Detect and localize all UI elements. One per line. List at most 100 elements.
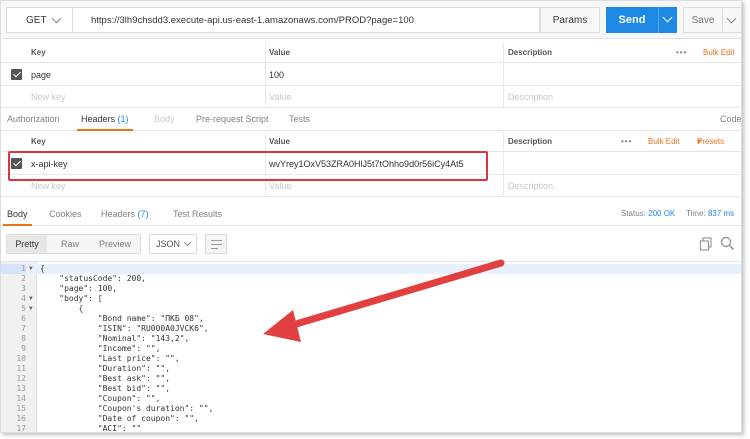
request-tabs: Authorization Headers (1) Body Pre-reque…: [1, 108, 741, 131]
method-select[interactable]: GET: [6, 7, 73, 33]
new-description-input[interactable]: Description: [508, 86, 553, 108]
code-text: "Coupon's duration": "",: [40, 404, 214, 413]
code-line: 4 ▼ "body": [: [1, 294, 741, 304]
response-tabs: Body Cookies Headers (7) Test Results St…: [1, 202, 741, 226]
code-text: {: [40, 264, 45, 273]
code-line: 17 "ACI": "": [1, 424, 741, 433]
tab-response-body[interactable]: Body: [3, 202, 31, 226]
code-line: 7 "ISIN": "RU000A0JVCK6",: [1, 324, 741, 334]
tab-headers[interactable]: Headers (1): [77, 108, 133, 131]
line-number: 6: [21, 314, 26, 323]
send-button[interactable]: Send: [606, 7, 658, 33]
status-label: Status:: [621, 209, 646, 218]
tab-response-headers[interactable]: Headers (7): [101, 202, 149, 225]
code-line: 1 ▼ {: [1, 264, 741, 274]
line-number: 5: [21, 304, 26, 313]
param-value[interactable]: 100: [269, 64, 284, 86]
code-text: "Nominal": "143,2",: [40, 334, 190, 343]
method-label: GET: [26, 14, 47, 26]
tab-cookies[interactable]: Cookies: [49, 202, 82, 225]
send-dropdown-button[interactable]: [658, 7, 677, 33]
fold-toggle-icon[interactable]: ▼: [29, 264, 33, 274]
line-number: 8: [21, 334, 26, 343]
tab-tests[interactable]: Tests: [289, 108, 310, 130]
code-line: 3 "page": 100,: [1, 284, 741, 294]
line-number: 2: [21, 274, 26, 283]
code-text: "Best bid": "",: [40, 384, 171, 393]
code-text: "ACI": "": [40, 424, 142, 433]
code-text: "body": [: [40, 294, 103, 303]
code-line: 14 "Coupon": "",: [1, 394, 741, 404]
code-line: 13 "Best bid": "",: [1, 384, 741, 394]
chevron-down-icon: [726, 13, 737, 24]
tab-body[interactable]: Body: [154, 108, 175, 130]
wrap-lines-button[interactable]: [205, 234, 227, 254]
line-number: 9: [21, 344, 26, 353]
line-number: 17: [16, 424, 26, 433]
line-number: 11: [16, 364, 26, 373]
line-number: 4: [21, 294, 26, 303]
preview-button[interactable]: Preview: [99, 235, 131, 253]
new-description-input[interactable]: Description: [508, 175, 553, 197]
url-input[interactable]: https://3lh9chsdd3.execute-api.us-east-1…: [73, 7, 540, 33]
response-time: Time: 837 ms: [686, 202, 734, 225]
fold-toggle-icon[interactable]: ▼: [29, 304, 33, 314]
format-label: JSON: [156, 239, 181, 249]
param-key[interactable]: page: [31, 64, 51, 86]
line-number: 15: [16, 404, 26, 413]
headers-table-header: Key Value Description ••• Bulk Edit Pres…: [1, 132, 741, 152]
new-value-input[interactable]: Value: [269, 86, 291, 108]
params-button[interactable]: Params: [540, 7, 600, 33]
bulk-edit-link[interactable]: Bulk Edit: [703, 43, 735, 63]
fold-toggle-icon[interactable]: ▼: [29, 294, 33, 304]
chevron-down-icon: [51, 13, 62, 24]
time-label: Time:: [686, 209, 706, 218]
tab-authorization[interactable]: Authorization: [7, 108, 60, 130]
new-key-input[interactable]: New key: [31, 86, 66, 108]
code-line: 9 "Income": "",: [1, 344, 741, 354]
code-line: 16 "Date of coupon": "",: [1, 414, 741, 424]
chevron-down-icon: [183, 238, 192, 247]
more-options-icon[interactable]: •••: [676, 43, 687, 63]
response-body-editor[interactable]: 1 ▼{2 "statusCode": 200, 3 "page": 100, 4 ▼ …: [1, 261, 741, 433]
raw-button[interactable]: Raw: [61, 235, 79, 253]
code-line: 12 "Best ask": "",: [1, 374, 741, 384]
code-line: 10 "Last price": "",: [1, 354, 741, 364]
chevron-down-icon: [662, 12, 673, 23]
code-text: "statusCode": 200,: [40, 274, 146, 283]
code-line: 11 "Duration": "",: [1, 364, 741, 374]
checkbox-checked-icon[interactable]: [11, 69, 22, 80]
response-toolbar: Pretty Raw Preview JSON: [1, 231, 741, 261]
line-number: 7: [21, 324, 26, 333]
tab-headers-label: Headers: [81, 114, 116, 124]
time-value: 837 ms: [707, 209, 735, 218]
code-text: "Last price": "",: [40, 354, 180, 363]
params-table-header: Key Value Description ••• Bulk Edit: [1, 43, 741, 63]
save-dropdown-button[interactable]: [723, 7, 741, 33]
code-text: {: [40, 304, 84, 313]
code-line: 8 "Nominal": "143,2",: [1, 334, 741, 344]
code-line: 5 ▼ {: [1, 304, 741, 314]
code-link[interactable]: Code: [720, 108, 741, 130]
code-text: "Best ask": "",: [40, 374, 171, 383]
line-number: 12: [16, 374, 26, 383]
tab-prerequest-script[interactable]: Pre-request Script: [196, 108, 269, 130]
description-column-header: Description: [508, 137, 553, 146]
status-value: 200 OK: [648, 209, 676, 218]
code-line: 15 "Coupon's duration": "",: [1, 404, 741, 414]
bulk-edit-link[interactable]: Bulk Edit: [648, 132, 680, 152]
code-text: "page": 100,: [40, 284, 118, 293]
key-column-header: Key: [31, 137, 46, 146]
copy-icon[interactable]: [699, 237, 713, 251]
format-select[interactable]: JSON: [149, 234, 197, 254]
search-icon[interactable]: [720, 236, 735, 251]
save-button[interactable]: Save: [683, 7, 723, 33]
presets-label: Presets: [697, 137, 725, 146]
tab-test-results[interactable]: Test Results: [173, 202, 222, 225]
line-number: 3: [21, 284, 26, 293]
annotation-highlight-box: [8, 151, 488, 181]
pretty-button[interactable]: Pretty: [7, 235, 47, 253]
more-options-icon[interactable]: •••: [621, 132, 632, 152]
code-line: 2 "statusCode": 200,: [1, 274, 741, 284]
line-number: 16: [16, 414, 26, 423]
